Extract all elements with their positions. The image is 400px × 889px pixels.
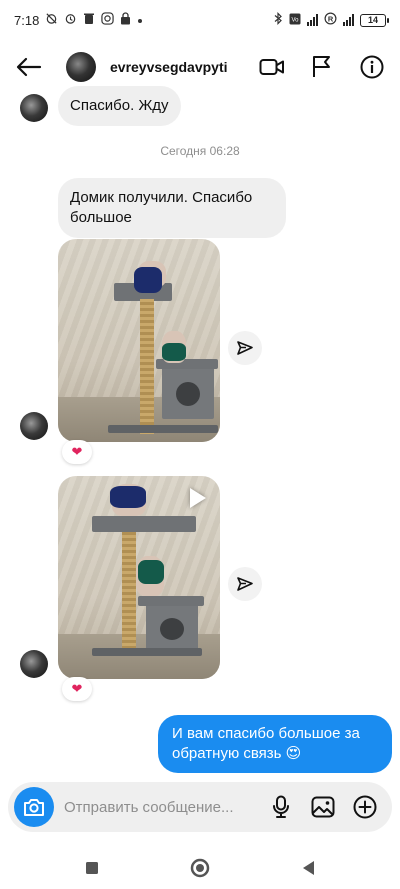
- play-icon[interactable]: [190, 488, 206, 508]
- paper-plane-icon: [237, 341, 253, 355]
- battery-indicator: 14: [360, 13, 389, 27]
- paper-plane-icon: [237, 577, 253, 591]
- back-button[interactable]: [14, 52, 44, 82]
- camera-icon: [24, 799, 44, 816]
- dot-icon: [137, 13, 143, 27]
- header-actions: [258, 53, 386, 81]
- status-bar: 7:18 Vo R 14: [0, 0, 400, 40]
- microphone-icon: [273, 795, 289, 818]
- photo-message[interactable]: [58, 239, 220, 442]
- incoming-message[interactable]: Спасибо. Жду: [58, 86, 181, 126]
- message-composer: [8, 782, 392, 832]
- avatar[interactable]: [20, 94, 48, 122]
- signal-icon: [343, 14, 354, 26]
- avatar[interactable]: [20, 650, 48, 678]
- heart-reaction[interactable]: ❤: [62, 440, 92, 464]
- share-button[interactable]: [228, 567, 262, 601]
- outgoing-message[interactable]: И вам спасибо большое за обратную связь …: [158, 715, 392, 773]
- recents-button[interactable]: [78, 854, 106, 882]
- share-button[interactable]: [228, 331, 262, 365]
- status-left: 7:18: [14, 12, 143, 28]
- lock-icon: [120, 12, 131, 28]
- svg-text:R: R: [328, 14, 334, 23]
- bluetooth-icon: [274, 12, 283, 28]
- incoming-message[interactable]: Домик получили. Спасибо большое: [58, 178, 286, 238]
- composer-actions: [268, 794, 378, 820]
- home-button[interactable]: [186, 854, 214, 882]
- chat-username[interactable]: evreyvsegdavpyti: [110, 59, 258, 75]
- plus-circle-icon: [353, 795, 377, 819]
- circle-icon: [190, 858, 210, 877]
- status-time: 7:18: [14, 12, 40, 28]
- image-icon: [311, 796, 335, 818]
- camera-button[interactable]: [14, 787, 54, 827]
- message-input[interactable]: [64, 798, 268, 816]
- square-icon: [86, 861, 98, 874]
- video-message[interactable]: [58, 476, 220, 679]
- video-call-icon: [259, 59, 284, 75]
- report-flag-icon: [313, 56, 330, 77]
- chat-header: evreyvsegdavpyti: [0, 40, 400, 94]
- info-icon: [360, 55, 384, 79]
- video-call-button[interactable]: [258, 53, 286, 81]
- system-nav-bar: [0, 846, 400, 889]
- report-button[interactable]: [308, 53, 336, 81]
- voice-message-button[interactable]: [268, 794, 294, 820]
- gallery-button[interactable]: [310, 794, 336, 820]
- add-button[interactable]: [352, 794, 378, 820]
- arrow-left-icon: [16, 57, 42, 77]
- triangle-left-icon: [303, 860, 314, 875]
- volte-icon: Vo: [289, 13, 301, 28]
- trash-icon: [83, 12, 95, 28]
- alarm-icon: [64, 12, 77, 28]
- avatar[interactable]: [66, 52, 96, 82]
- signal-icon: [307, 14, 318, 26]
- back-nav-button[interactable]: [294, 854, 322, 882]
- alarm-off-icon: [45, 12, 58, 28]
- info-button[interactable]: [358, 53, 386, 81]
- roaming-icon: R: [324, 12, 337, 28]
- avatar[interactable]: [20, 412, 48, 440]
- heart-reaction[interactable]: ❤: [62, 677, 92, 701]
- status-right: Vo R 14: [274, 12, 389, 28]
- svg-text:Vo: Vo: [291, 17, 299, 23]
- message-timestamp: Сегодня 06:28: [160, 144, 240, 158]
- instagram-icon: [101, 12, 114, 28]
